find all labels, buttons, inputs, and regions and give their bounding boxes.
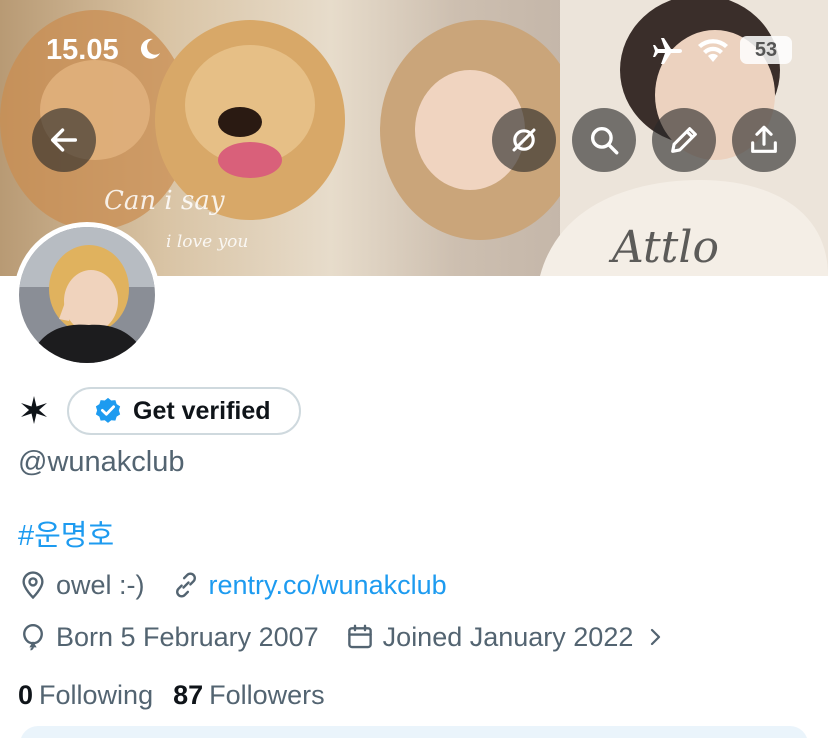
edit-button[interactable] xyxy=(652,108,716,172)
banner-caption-2: i love you xyxy=(166,232,249,252)
chevron-right-icon[interactable] xyxy=(643,625,667,649)
following-link[interactable]: 0 Following xyxy=(18,680,153,711)
location-item: owel :-) xyxy=(18,570,145,601)
followers-link[interactable]: 87 Followers xyxy=(173,680,325,711)
website-item[interactable]: rentry.co/wunakclub xyxy=(171,570,447,601)
moon-icon xyxy=(140,38,160,59)
banner-caption-1: Can i say xyxy=(104,186,225,216)
status-time: 15.05 xyxy=(46,34,119,66)
promo-card[interactable] xyxy=(20,726,808,738)
birthday-item: Born 5 February 2007 xyxy=(18,622,319,653)
battery-indicator: 53 xyxy=(740,36,792,64)
website-link[interactable]: rentry.co/wunakclub xyxy=(209,570,447,601)
share-button[interactable] xyxy=(732,108,796,172)
location-text: owel :-) xyxy=(56,569,145,600)
profile-handle: @wunakclub xyxy=(18,446,185,478)
birthday-text: Born 5 February 2007 xyxy=(56,621,319,652)
search-icon xyxy=(590,126,619,155)
svg-text:Attlo: Attlo xyxy=(608,222,719,273)
pencil-icon xyxy=(671,127,697,153)
avatar-image xyxy=(19,227,155,363)
profile-meta-row-2: Born 5 February 2007 Joined January 2022 xyxy=(18,620,667,654)
share-icon xyxy=(751,125,777,153)
joined-item[interactable]: Joined January 2022 xyxy=(345,622,668,653)
grok-button[interactable] xyxy=(492,108,556,172)
avatar[interactable] xyxy=(14,222,160,368)
link-icon xyxy=(175,572,196,598)
followers-count: 87 xyxy=(173,680,204,710)
location-icon xyxy=(22,571,44,600)
joined-text: Joined January 2022 xyxy=(382,621,634,652)
calendar-icon xyxy=(347,624,372,649)
back-button[interactable] xyxy=(32,108,96,172)
verified-badge-icon xyxy=(95,397,121,423)
follow-stats: 0 Following 87 Followers xyxy=(18,680,325,711)
wifi-icon xyxy=(698,39,728,62)
airplane-icon xyxy=(653,38,682,64)
search-button[interactable] xyxy=(572,108,636,172)
get-verified-button[interactable]: Get verified xyxy=(67,387,301,435)
profile-meta-row-1: owel :-) rentry.co/wunakclub xyxy=(18,568,447,602)
profile-bio-hashtag[interactable]: #운명호 xyxy=(18,512,114,554)
star-icon xyxy=(21,396,47,424)
balloon-icon xyxy=(23,623,43,651)
following-count: 0 xyxy=(18,680,34,710)
followers-label: Followers xyxy=(209,680,325,710)
back-arrow-icon xyxy=(50,128,78,152)
grok-icon xyxy=(512,128,536,152)
following-label: Following xyxy=(39,680,154,710)
get-verified-label: Get verified xyxy=(133,396,271,425)
